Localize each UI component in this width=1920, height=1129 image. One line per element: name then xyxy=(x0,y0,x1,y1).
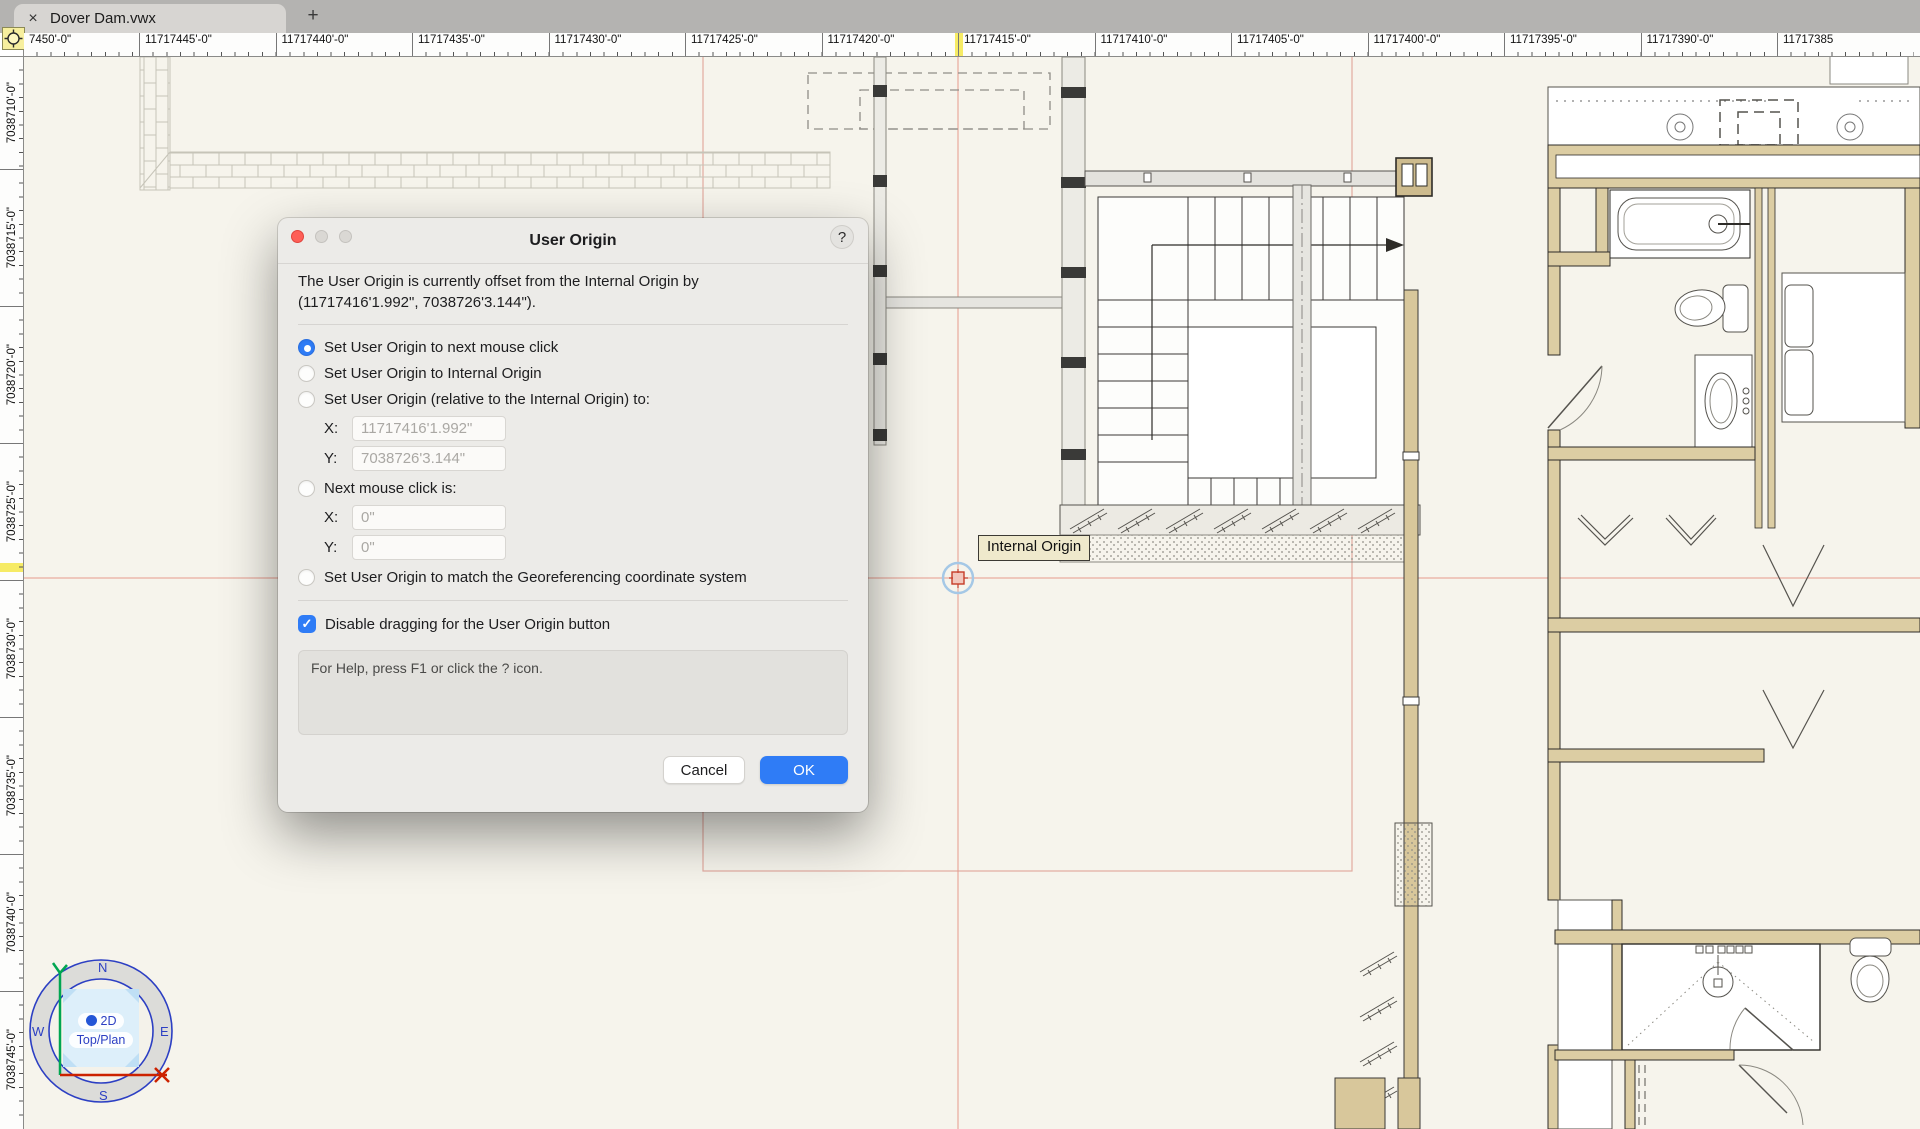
v-ruler-label: 7038720'-0" xyxy=(6,344,18,405)
close-window-button[interactable] xyxy=(291,230,304,243)
h-ruler-segment: 11717430'-0" xyxy=(549,33,686,57)
close-tab-icon[interactable]: × xyxy=(24,10,42,28)
divider xyxy=(298,600,848,601)
radio-next-mouse-is[interactable]: Next mouse click is: xyxy=(298,476,848,500)
v-ruler-segment: 7038720'-0" xyxy=(0,306,24,443)
v-ruler-label: 7038725'-0" xyxy=(6,481,18,542)
divider xyxy=(298,324,848,325)
h-ruler-label: 11717410'-0" xyxy=(1101,34,1168,46)
internal-origin-label: Internal Origin xyxy=(978,535,1090,561)
h-ruler-label: 11717395'-0" xyxy=(1510,34,1577,46)
horizontal-ruler[interactable]: 7450'-0" 11717445'-0" 11717440'-0" 11717435… xyxy=(24,33,1920,57)
radio-icon[interactable] xyxy=(298,365,315,382)
compass-south-label: S xyxy=(99,1088,108,1103)
ok-button[interactable]: OK xyxy=(760,756,848,784)
rel-y-field[interactable] xyxy=(352,446,506,471)
h-ruler-segment: 11717415'-0" xyxy=(958,33,1095,57)
radio-selected-icon[interactable] xyxy=(298,339,315,356)
radio-icon[interactable] xyxy=(298,391,315,408)
v-ruler-label: 7038730'-0" xyxy=(6,618,18,679)
tab-bar: × Dover Dam.vwx + xyxy=(0,0,1920,33)
h-ruler-segment: 11717405'-0" xyxy=(1231,33,1368,57)
v-ruler-label: 7038715'-0" xyxy=(6,207,18,268)
view-mode-label: 2D xyxy=(101,1014,117,1028)
offset-description: The User Origin is currently offset from… xyxy=(298,272,848,313)
h-ruler-segment: 11717425'-0" xyxy=(685,33,822,57)
radio-relative-origin[interactable]: Set User Origin (relative to the Interna… xyxy=(298,387,848,411)
ruler-corner xyxy=(0,33,24,57)
h-ruler-segment: 11717435'-0" xyxy=(412,33,549,57)
h-ruler-label: 7450'-0" xyxy=(29,34,71,46)
h-ruler-label: 11717385 xyxy=(1783,34,1833,46)
h-ruler-segment: 11717410'-0" xyxy=(1095,33,1232,57)
h-ruler-label: 11717430'-0" xyxy=(555,34,622,46)
h-ruler-segment: 11717445'-0" xyxy=(139,33,276,57)
h-ruler-segment: 7450'-0" xyxy=(24,33,139,57)
view-compass-widget[interactable]: N S W E 2D Top/Plan xyxy=(27,957,175,1105)
v-ruler-segment: 7038710'-0" xyxy=(0,57,24,169)
v-ruler-segment: 7038725'-0" xyxy=(0,443,24,580)
origin-crosshair-icon xyxy=(4,29,23,48)
radio-icon[interactable] xyxy=(298,569,315,586)
v-ruler-segment: 7038745'-0" xyxy=(0,991,24,1128)
compass-west-label: W xyxy=(32,1024,44,1039)
zoom-window-button[interactable] xyxy=(339,230,352,243)
h-ruler-label: 11717425'-0" xyxy=(691,34,758,46)
h-ruler-segment: 11717400'-0" xyxy=(1368,33,1505,57)
help-icon[interactable]: ? xyxy=(830,225,854,249)
v-ruler-segment: 7038730'-0" xyxy=(0,580,24,717)
h-ruler-label: 11717440'-0" xyxy=(282,34,349,46)
dialog-titlebar: User Origin ? xyxy=(278,218,868,264)
rel-x-label: X: xyxy=(324,420,352,437)
v-ruler-label: 7038710'-0" xyxy=(6,82,18,143)
disable-dragging-checkbox-row[interactable]: ✓ Disable dragging for the User Origin b… xyxy=(298,611,848,637)
radio-next-mouse-click[interactable]: Set User Origin to next mouse click xyxy=(298,335,848,359)
v-ruler-segment: 7038735'-0" xyxy=(0,717,24,854)
h-ruler-segment: 11717420'-0" xyxy=(822,33,959,57)
h-ruler-segment: 11717395'-0" xyxy=(1504,33,1641,57)
h-ruler-label: 11717435'-0" xyxy=(418,34,485,46)
document-tab[interactable]: × Dover Dam.vwx xyxy=(14,4,286,33)
compass-east-label: E xyxy=(160,1024,169,1039)
next-y-label: Y: xyxy=(324,539,352,556)
h-ruler-label: 11717405'-0" xyxy=(1237,34,1304,46)
radio-georeferencing[interactable]: Set User Origin to match the Georeferenc… xyxy=(298,565,848,589)
h-ruler-label: 11717420'-0" xyxy=(828,34,895,46)
document-tab-title: Dover Dam.vwx xyxy=(50,10,156,27)
vertical-ruler[interactable]: 7038710'-0" 7038715'-0" 7038720'-0" 7038725… xyxy=(0,57,24,1129)
h-ruler-label: 11717445'-0" xyxy=(145,34,212,46)
checkbox-checked-icon[interactable]: ✓ xyxy=(298,615,316,633)
cancel-button[interactable]: Cancel xyxy=(663,756,745,784)
v-ruler-label: 7038735'-0" xyxy=(6,755,18,816)
h-ruler-label: 11717400'-0" xyxy=(1374,34,1441,46)
h-ruler-label: 11717390'-0" xyxy=(1647,34,1714,46)
h-ruler-segment: 11717440'-0" xyxy=(276,33,413,57)
dialog-title: User Origin xyxy=(529,232,616,250)
v-ruler-segment: 7038740'-0" xyxy=(0,854,24,991)
next-x-field[interactable] xyxy=(352,505,506,530)
window-controls xyxy=(291,230,352,243)
h-ruler-label: 11717415'-0" xyxy=(964,34,1031,46)
h-ruler-segment: 11717385 xyxy=(1777,33,1914,57)
minimize-window-button[interactable] xyxy=(315,230,328,243)
new-tab-button[interactable]: + xyxy=(300,3,326,29)
radio-internal-origin[interactable]: Set User Origin to Internal Origin xyxy=(298,361,848,385)
rel-y-label: Y: xyxy=(324,450,352,467)
view-plan-pill: Top/Plan xyxy=(69,1032,134,1048)
user-origin-button[interactable] xyxy=(2,27,25,50)
user-origin-dialog: User Origin ? The User Origin is current… xyxy=(278,218,868,812)
rel-x-field[interactable] xyxy=(352,416,506,441)
h-ruler-segment: 11717390'-0" xyxy=(1641,33,1778,57)
v-ruler-label: 7038740'-0" xyxy=(6,892,18,953)
radio-icon[interactable] xyxy=(298,480,315,497)
compass-north-label: N xyxy=(98,960,107,975)
next-x-label: X: xyxy=(324,509,352,526)
next-y-field[interactable] xyxy=(352,535,506,560)
v-ruler-label: 7038745'-0" xyxy=(6,1029,18,1090)
v-ruler-segment: 7038715'-0" xyxy=(0,169,24,306)
view-mode-pill: 2D xyxy=(78,1013,125,1029)
view-plan-label: Top/Plan xyxy=(77,1033,126,1047)
2d-mode-icon xyxy=(86,1015,97,1026)
help-text-box: For Help, press F1 or click the ? icon. xyxy=(298,650,848,735)
